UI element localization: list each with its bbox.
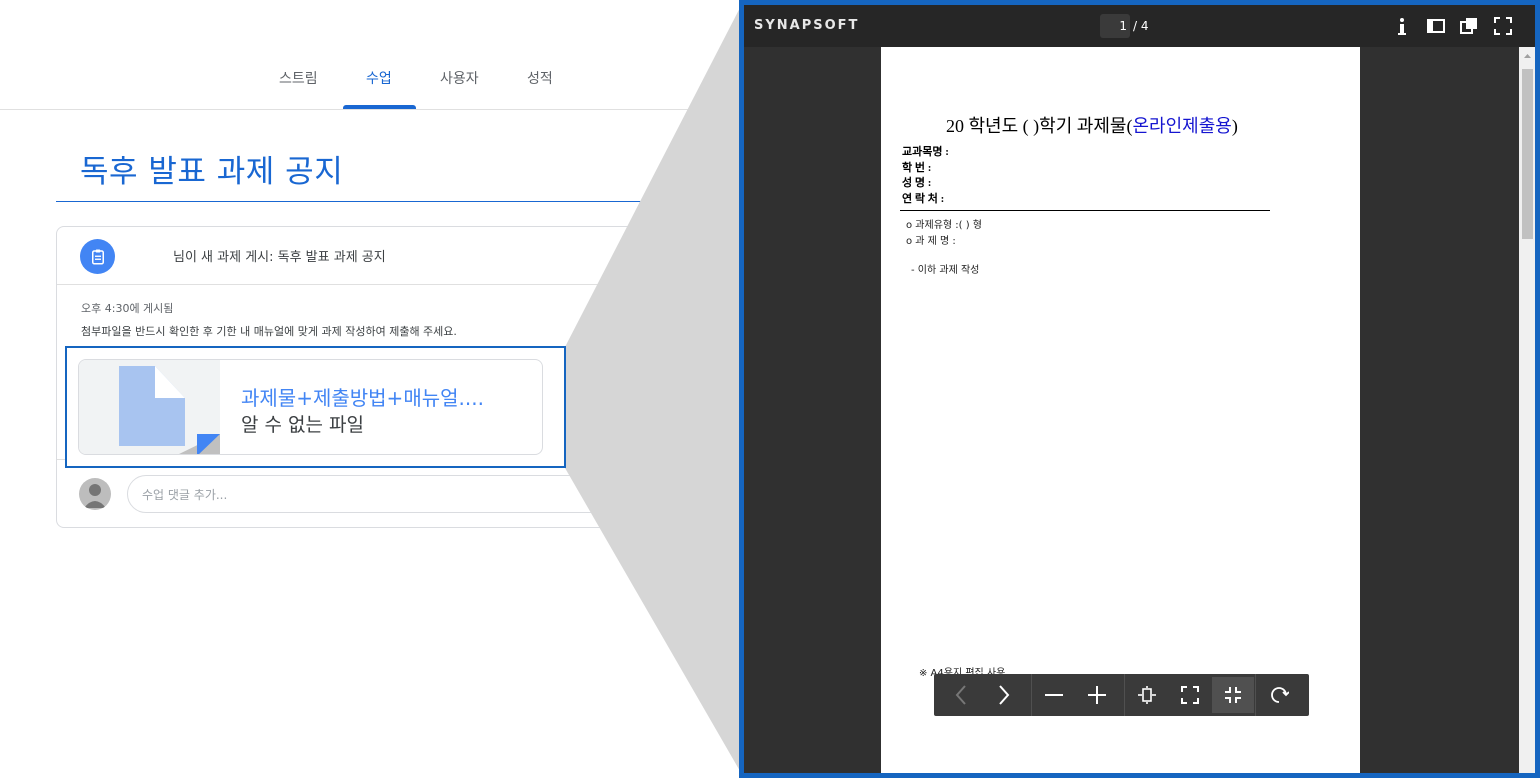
tab-grades[interactable]: 성적 <box>527 68 553 88</box>
tab-classwork[interactable]: 수업 <box>366 68 392 88</box>
document-page: 20 학년도 ( )학기 과제물(온라인제출용) 교과목명 : 학 번 : 성 … <box>881 47 1360 773</box>
contact-field: 연 락 처 : <box>902 193 945 205</box>
tab-stream[interactable]: 스트림 <box>279 68 318 88</box>
page-title: 독후 발표 과제 공지 <box>80 154 344 190</box>
assignment-instructions: 첨부파일을 반드시 확인한 후 기한 내 매뉴얼에 맞게 과제 작성하여 제출해… <box>81 325 457 338</box>
attachment-name[interactable]: 과제물+제출방법+매뉴얼.... <box>241 382 484 411</box>
student-id-field: 학 번 : <box>902 162 932 174</box>
avatar <box>79 478 111 510</box>
toolbar-separator <box>1255 674 1256 716</box>
next-page-icon[interactable] <box>983 674 1025 716</box>
fullscreen-icon[interactable] <box>1494 17 1512 39</box>
stat-divider <box>692 301 693 357</box>
scroll-thumb[interactable] <box>1522 69 1533 239</box>
posted-time: 오후 4:30에 게시됨 <box>81 302 174 315</box>
assignment-header[interactable]: 님이 새 과제 게시: 독후 발표 과제 공지 기한: 8월 30일 <box>57 227 775 285</box>
stat-divider <box>600 301 601 357</box>
toolbar-separator <box>1031 674 1032 716</box>
file-icon <box>119 366 220 454</box>
assignment-post-header: 님이 새 과제 게시: 독후 발표 과제 공지 <box>173 250 386 265</box>
due-date: 기한: 8월 30일 <box>654 249 727 262</box>
zoom-in-icon[interactable] <box>1076 674 1118 716</box>
tab-people[interactable]: 사용자 <box>440 68 479 88</box>
assigned-count[interactable]: 0 <box>708 301 728 339</box>
page-total: / 4 <box>1133 19 1149 33</box>
title-divider <box>56 201 756 202</box>
document-divider <box>900 210 1270 211</box>
viewer-brand: SYNAPSOFT <box>754 18 860 33</box>
document-viewer: SYNAPSOFT 1 / 4 20 학년도 ( )학기 과제물(온라인제출용)… <box>739 0 1540 778</box>
prev-page-icon[interactable] <box>940 674 982 716</box>
attachment-type: 알 수 없는 파일 <box>241 414 364 436</box>
assignment-icon <box>80 239 115 274</box>
scroll-up-icon <box>1524 54 1531 58</box>
info-icon[interactable] <box>1396 17 1408 41</box>
class-comment-input[interactable]: 수업 댓글 추가... <box>127 475 767 513</box>
body-line: - 이하 과제 작성 <box>911 265 980 276</box>
page-number-input[interactable]: 1 <box>1100 14 1130 38</box>
zoom-out-icon[interactable] <box>1033 674 1075 716</box>
viewer-toolbar: SYNAPSOFT 1 / 4 <box>744 5 1535 47</box>
assignment-type-line: o 과제유형 :( ) 형 <box>906 220 983 231</box>
turned-in-count[interactable]: 0 <box>616 301 636 339</box>
document-toolbar <box>934 674 1309 716</box>
classroom-tabs: 스트림 수업 사용자 성적 <box>0 0 760 110</box>
actual-size-icon[interactable] <box>1212 677 1254 713</box>
fit-width-icon[interactable] <box>1169 674 1211 716</box>
vertical-scrollbar[interactable] <box>1519 47 1535 773</box>
page-indicator: 1 / 4 <box>1100 14 1164 38</box>
attachment-card[interactable]: 과제물+제출방법+매뉴얼.... 알 수 없는 파일 <box>78 359 543 455</box>
document-title: 20 학년도 ( )학기 과제물(온라인제출용) <box>946 116 1238 136</box>
assignment-name-line: o 과 제 명 : <box>906 236 956 247</box>
course-name-field: 교과목명 : <box>902 146 949 158</box>
active-tab-indicator <box>343 105 416 109</box>
turned-in-label: 제출함 <box>616 345 647 358</box>
student-name-field: 성 명 : <box>902 177 932 189</box>
toolbar-separator <box>1124 674 1125 716</box>
fit-page-icon[interactable] <box>1126 674 1168 716</box>
sidebar-icon[interactable] <box>1427 17 1445 39</box>
popup-icon[interactable] <box>1460 17 1478 39</box>
attachment-highlight-frame: 과제물+제출방법+매뉴얼.... 알 수 없는 파일 <box>65 346 566 468</box>
rotate-icon[interactable] <box>1258 674 1300 716</box>
file-thumbnail <box>79 360 220 454</box>
